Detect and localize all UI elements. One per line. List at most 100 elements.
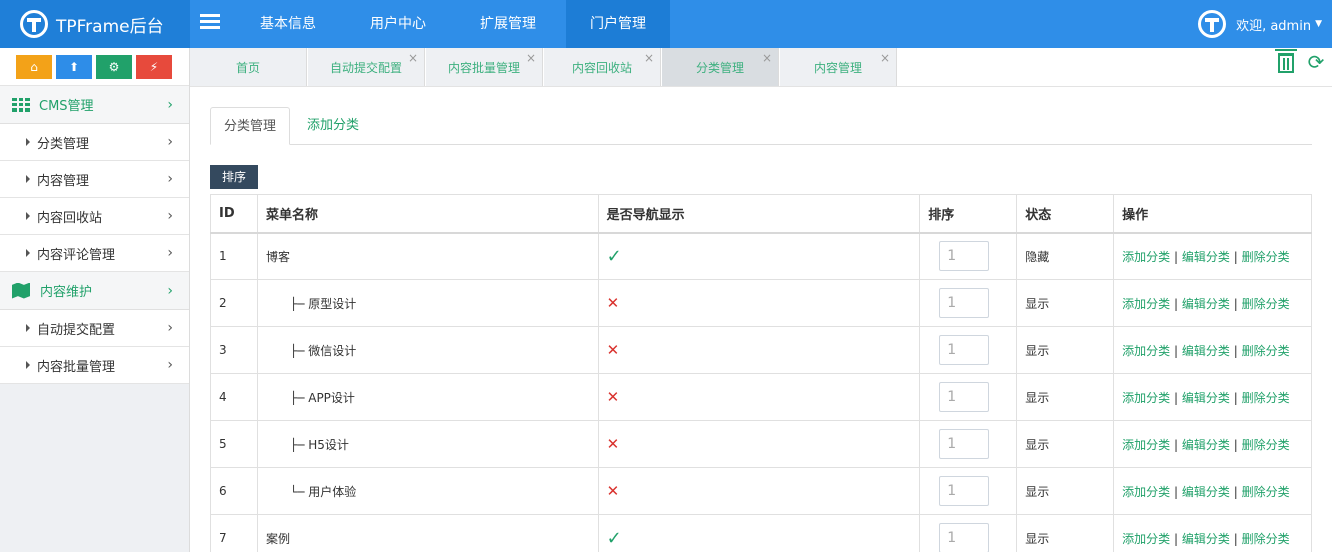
edit-category-link[interactable]: 编辑分类 [1182, 438, 1230, 452]
sidebar-item-label: 自动提交配置 [37, 322, 116, 338]
delete-category-link[interactable]: 删除分类 [1242, 438, 1290, 452]
cell-actions: 添加分类 | 编辑分类 | 删除分类 [1113, 373, 1312, 421]
cell-nav: ✓ [597, 514, 921, 552]
edit-category-link[interactable]: 编辑分类 [1182, 344, 1230, 358]
delete-category-link[interactable]: 删除分类 [1242, 344, 1290, 358]
close-icon[interactable]: × [408, 38, 418, 78]
sort-input[interactable]: 1 [939, 476, 990, 506]
upload-button[interactable]: ⬆ [56, 55, 92, 79]
name-text: 原型设计 [308, 296, 357, 311]
sidebar-item-category[interactable]: 分类管理 › [0, 124, 189, 161]
sidebar-group-cms[interactable]: CMS管理 › [0, 86, 189, 124]
cell-sort: 1 [919, 279, 1018, 327]
sort-input[interactable]: 1 [939, 429, 990, 459]
topnav-item-extensions[interactable]: 扩展管理 [456, 0, 560, 48]
close-icon[interactable]: × [526, 38, 536, 78]
logo-icon [20, 10, 48, 38]
name-text: 案例 [265, 531, 290, 546]
sidebar-item-content[interactable]: 内容管理 › [0, 161, 189, 198]
close-icon[interactable]: × [880, 38, 890, 78]
separator: | [1174, 484, 1179, 499]
tab-home[interactable]: 首页 [190, 48, 307, 86]
separator: | [1174, 343, 1179, 358]
edit-category-link[interactable]: 编辑分类 [1182, 391, 1230, 405]
sidebar-item-auto-submit[interactable]: 自动提交配置 › [0, 310, 189, 347]
cell-id: 5 [210, 420, 258, 468]
sort-input[interactable]: 1 [939, 382, 990, 412]
add-category-link[interactable]: 添加分类 [1122, 438, 1170, 452]
cell-id: 3 [210, 326, 258, 374]
cell-nav: ✕ [597, 279, 921, 327]
add-category-link[interactable]: 添加分类 [1122, 297, 1170, 311]
delete-category-link[interactable]: 删除分类 [1242, 391, 1290, 405]
table-row: 2 ├─ 原型设计 ✕ 1 显示 添加分类 | 编辑分类 | 删除分类 [210, 279, 1312, 327]
chevron-right-icon: › [167, 208, 173, 224]
tab-auto-submit[interactable]: 自动提交配置 × [308, 48, 425, 86]
sort-input[interactable]: 1 [939, 335, 990, 365]
topnav-item-user-center[interactable]: 用户中心 [346, 0, 450, 48]
cell-id: 1 [210, 232, 258, 280]
refresh-button[interactable]: ⟳ [1306, 51, 1326, 73]
column-header-actions: 操作 [1113, 194, 1312, 234]
tree-prefix: ├─ [289, 296, 309, 311]
user-menu[interactable]: 欢迎, admin ▼ [1198, 0, 1322, 48]
tab-recycle[interactable]: 内容回收站 × [544, 48, 661, 86]
close-icon[interactable]: × [644, 38, 654, 78]
tab-batch[interactable]: 内容批量管理 × [426, 48, 543, 86]
sidebar-item-recycle[interactable]: 内容回收站 › [0, 198, 189, 235]
delete-category-link[interactable]: 删除分类 [1242, 532, 1290, 546]
edit-category-link[interactable]: 编辑分类 [1182, 532, 1230, 546]
cell-id: 2 [210, 279, 258, 327]
subtab-category-manage[interactable]: 分类管理 [210, 107, 291, 145]
plug-button[interactable]: ⚡ [136, 55, 172, 79]
name-text: 用户体验 [308, 484, 357, 499]
home-button[interactable]: ⌂ [16, 55, 52, 79]
delete-category-link[interactable]: 删除分类 [1242, 297, 1290, 311]
add-category-link[interactable]: 添加分类 [1122, 344, 1170, 358]
sort-input[interactable]: 1 [939, 288, 990, 318]
delete-category-link[interactable]: 删除分类 [1242, 485, 1290, 499]
grid-icon [12, 97, 30, 112]
close-icon[interactable]: × [762, 38, 772, 78]
separator: | [1233, 484, 1238, 499]
edit-category-link[interactable]: 编辑分类 [1182, 297, 1230, 311]
chevron-right-icon: › [167, 357, 173, 373]
add-category-link[interactable]: 添加分类 [1122, 485, 1170, 499]
tab-label: 内容回收站 [571, 61, 632, 75]
add-category-link[interactable]: 添加分类 [1122, 532, 1170, 546]
subtab-add-category[interactable]: 添加分类 [294, 107, 372, 145]
edit-category-link[interactable]: 编辑分类 [1182, 485, 1230, 499]
sidebar-item-comments[interactable]: 内容评论管理 › [0, 235, 189, 272]
name-text: H5设计 [308, 437, 349, 452]
sidebar-group-label: 内容维护 [40, 285, 93, 300]
edit-category-link[interactable]: 编辑分类 [1182, 250, 1230, 264]
settings-button[interactable]: ⚙ [96, 55, 132, 79]
table-row: 5 ├─ H5设计 ✕ 1 显示 添加分类 | 编辑分类 | 删除分类 [210, 420, 1312, 468]
tree-prefix: ├─ [289, 390, 309, 405]
brand[interactable]: TPFrame后台 [0, 0, 190, 48]
add-category-link[interactable]: 添加分类 [1122, 250, 1170, 264]
sort-button[interactable]: 排序 [210, 165, 258, 189]
name-text: 博客 [265, 249, 290, 264]
sidebar: ⌂ ⬆ ⚙ ⚡ CMS管理 › 分类管理 › 内容管理 › 内容回收站 › 内容评论管… [0, 48, 190, 552]
refresh-icon: ⟳ [1307, 50, 1325, 74]
category-name: ├─ H5设计 [266, 436, 349, 453]
cross-icon: ✕ [606, 294, 620, 312]
menu-toggle-icon[interactable] [200, 14, 220, 32]
topnav-item-basic-info[interactable]: 基本信息 [236, 0, 340, 48]
delete-category-link[interactable]: 删除分类 [1242, 250, 1290, 264]
sidebar-group-maintenance[interactable]: 内容维护 › [0, 272, 189, 310]
sidebar-item-batch[interactable]: 内容批量管理 › [0, 347, 189, 384]
cell-actions: 添加分类 | 编辑分类 | 删除分类 [1113, 514, 1312, 552]
sort-input[interactable]: 1 [939, 241, 990, 272]
sort-input[interactable]: 1 [939, 523, 990, 552]
topnav-item-portal[interactable]: 门户管理 [566, 0, 670, 48]
cell-status: 显示 [1016, 279, 1115, 327]
cell-name: ├─ H5设计 [256, 420, 599, 468]
cell-status: 隐藏 [1016, 232, 1115, 280]
cell-nav: ✓ [597, 232, 921, 280]
trash-button[interactable] [1275, 49, 1298, 73]
add-category-link[interactable]: 添加分类 [1122, 391, 1170, 405]
tab-content[interactable]: 内容管理 × [780, 48, 897, 86]
tab-category[interactable]: 分类管理 × [662, 48, 779, 86]
